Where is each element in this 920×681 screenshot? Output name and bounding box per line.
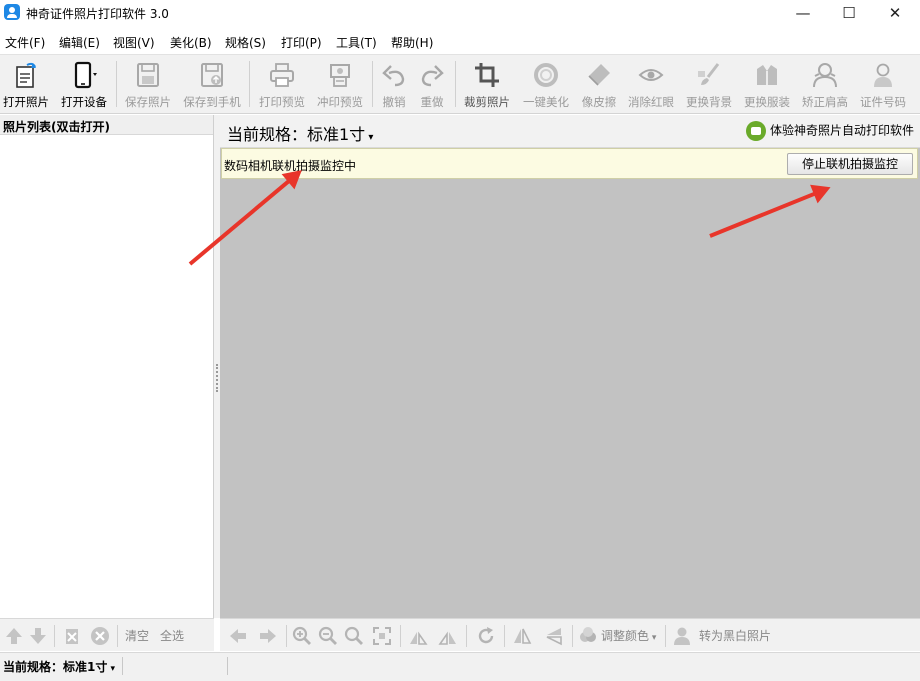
separator [54, 625, 55, 647]
select-all-button[interactable]: 全选 [160, 627, 184, 644]
zoom-in-icon[interactable] [292, 626, 312, 646]
undo-icon [382, 65, 405, 87]
beautify-icon [534, 63, 558, 87]
photo-list-panel: 照片列表(双击打开) [0, 115, 214, 618]
separator [665, 625, 666, 647]
toolbar-separator [249, 61, 250, 107]
photo-list[interactable] [0, 136, 213, 618]
adjust-color-dropdown[interactable]: 调整颜色 ▾ [601, 627, 656, 644]
shoulders-icon [813, 63, 837, 88]
stop-monitor-button[interactable]: 停止联机拍摄监控 [786, 153, 913, 175]
separator [466, 625, 467, 647]
canvas-actions: 调整颜色 ▾ 转为黑白照片 [220, 618, 920, 651]
eye-icon [638, 69, 664, 81]
separator [286, 625, 287, 647]
photo-list-header: 照片列表(双击打开) [0, 115, 213, 135]
to-bw-button[interactable]: 转为黑白照片 [699, 627, 771, 644]
separator [572, 625, 573, 647]
menu-tools[interactable]: 工具(T) [336, 34, 377, 51]
correct-shoulders-button[interactable]: 矫正肩高 [797, 55, 853, 113]
remove-redeye-button[interactable]: 消除红眼 [623, 55, 679, 113]
menu-print[interactable]: 打印(P) [281, 34, 322, 51]
brush-icon [698, 63, 720, 85]
menu-view[interactable]: 视图(V) [113, 34, 155, 51]
person-icon [874, 63, 892, 87]
eraser-icon [588, 64, 610, 86]
user-icon [674, 627, 690, 645]
redo-button[interactable]: 重做 [414, 55, 450, 113]
splitter-grip [216, 364, 218, 392]
crop-icon [475, 63, 499, 87]
change-background-button[interactable]: 更换背景 [681, 55, 737, 113]
zoom-reset-icon[interactable] [344, 626, 364, 646]
title-bar: 神奇证件照片打印软件 3.0 — ☐ ✕ [0, 0, 920, 28]
eraser-button[interactable]: 像皮擦 [577, 55, 621, 113]
menu-spec[interactable]: 规格(S) [225, 34, 266, 51]
close-button[interactable]: ✕ [872, 0, 918, 28]
open-photo-icon [16, 62, 36, 88]
clothes-icon [757, 65, 777, 85]
status-separator [227, 657, 228, 675]
undo-button[interactable]: 撤销 [376, 55, 412, 113]
flip-horizontal-icon[interactable] [512, 626, 532, 646]
save-icon [137, 63, 159, 87]
refresh-icon[interactable] [476, 626, 496, 646]
print-preview-button[interactable]: 打印预览 [254, 55, 310, 113]
menu-edit[interactable]: 编辑(E) [59, 34, 100, 51]
toolbar: 打开照片 打开设备 保存照片 保存到手机 打印预览 冲印预览 撤销 重做 裁剪照… [0, 54, 920, 114]
photo-canvas[interactable] [220, 180, 920, 618]
separator [400, 625, 401, 647]
change-clothes-button[interactable]: 更换服装 [739, 55, 795, 113]
current-spec-dropdown[interactable]: 当前规格：标准1寸 ▾ [227, 121, 373, 145]
menu-bar: 文件(F) 编辑(E) 视图(V) 美化(B) 规格(S) 打印(P) 工具(T… [0, 30, 920, 54]
printer-icon [270, 63, 294, 87]
separator [504, 625, 505, 647]
toolbar-separator [116, 61, 117, 107]
color-adjust-icon[interactable] [578, 626, 598, 646]
menu-file[interactable]: 文件(F) [5, 34, 45, 51]
promo-link[interactable]: 体验神奇照片自动打印软件 [745, 121, 914, 141]
open-photo-button[interactable]: 打开照片 [0, 55, 52, 113]
monitor-notice: 数码相机联机拍摄监控中 停止联机拍摄监控 [221, 148, 918, 179]
open-device-button[interactable]: 打开设备 [56, 55, 112, 113]
fit-screen-icon[interactable] [372, 626, 392, 646]
save-photo-button[interactable]: 保存照片 [120, 55, 176, 113]
develop-icon [330, 64, 350, 87]
flip-vertical-icon[interactable] [544, 626, 564, 646]
move-up-icon[interactable] [4, 626, 24, 646]
save-to-phone-icon [201, 63, 223, 87]
one-key-beautify-button[interactable]: 一键美化 [518, 55, 574, 113]
phone-icon [74, 61, 97, 89]
app-icon [4, 4, 20, 20]
previous-icon[interactable] [228, 626, 248, 646]
menu-beautify[interactable]: 美化(B) [170, 34, 212, 51]
maximize-button[interactable]: ☐ [826, 0, 872, 28]
spec-bar: 当前规格：标准1寸 ▾ 体验神奇照片自动打印软件 [220, 115, 920, 148]
status-spec-dropdown[interactable]: 当前规格：标准1寸 ▾ [3, 658, 115, 675]
separator [117, 625, 118, 647]
next-icon[interactable] [258, 626, 278, 646]
zoom-out-icon[interactable] [318, 626, 338, 646]
window-title: 神奇证件照片打印软件 3.0 [26, 7, 169, 21]
menu-help[interactable]: 帮助(H) [391, 34, 433, 51]
toolbar-separator [372, 61, 373, 107]
toolbar-separator [455, 61, 456, 107]
clear-button[interactable]: 清空 [125, 627, 149, 644]
delete-icon[interactable] [90, 626, 110, 646]
status-bar: 当前规格：标准1寸 ▾ [0, 652, 920, 681]
status-separator [122, 657, 123, 675]
redo-icon [421, 65, 444, 87]
printer-app-icon [745, 121, 766, 141]
crop-photo-button[interactable]: 裁剪照片 [459, 55, 515, 113]
move-down-icon[interactable] [28, 626, 48, 646]
develop-preview-button[interactable]: 冲印预览 [312, 55, 368, 113]
photo-list-actions: 清空 全选 [0, 618, 214, 651]
rotate-left-icon[interactable] [408, 626, 428, 646]
id-number-button[interactable]: 证件号码 [855, 55, 911, 113]
minimize-button[interactable]: — [780, 0, 826, 28]
save-to-phone-button[interactable]: 保存到手机 [180, 55, 244, 113]
remove-photo-icon[interactable] [62, 626, 82, 646]
rotate-right-icon[interactable] [438, 626, 458, 646]
